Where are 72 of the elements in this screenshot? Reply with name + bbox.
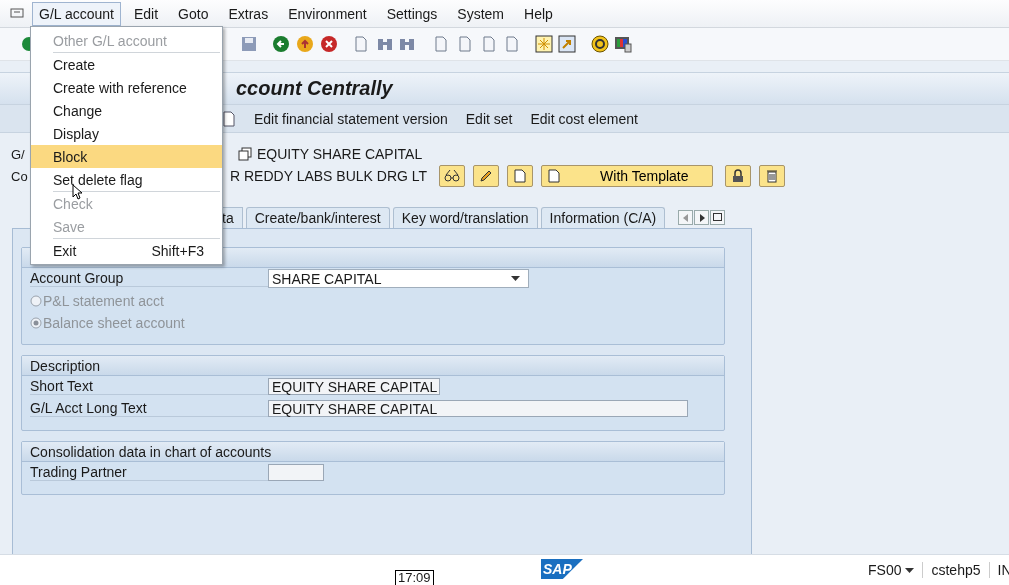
group-title: Consolidation data in chart of accounts: [30, 443, 272, 460]
new-session-icon[interactable]: [535, 35, 553, 53]
exit-icon[interactable]: [296, 35, 314, 53]
logo: SAP: [541, 559, 583, 579]
menu-entry[interactable]: Change: [31, 99, 222, 122]
dropdown-field[interactable]: SHARE CAPITAL: [268, 269, 529, 288]
menu-item[interactable]: Environment: [281, 1, 374, 26]
tab[interactable]: Create/bank/interest: [245, 207, 390, 228]
menu-entry[interactable]: Block: [31, 145, 222, 168]
toolbar-button[interactable]: Edit cost element: [530, 110, 638, 127]
pencil-icon: [479, 169, 494, 183]
pencil-button[interactable]: [473, 165, 500, 187]
delete-button[interactable]: [759, 165, 786, 187]
menu-entry[interactable]: Create with reference: [31, 76, 222, 99]
field-label: Co: [11, 168, 28, 184]
shortcut-icon[interactable]: [558, 35, 576, 53]
cancel-icon[interactable]: [320, 35, 338, 53]
window-icon: [712, 213, 723, 222]
layout-icon[interactable]: [614, 35, 632, 53]
toolbar-button[interactable]: Edit set: [465, 110, 513, 127]
account-text: EQUITY SHARE CAPITAL: [257, 146, 423, 162]
menu-item[interactable]: Edit: [127, 1, 166, 26]
document-icon: [548, 169, 561, 183]
menu-item[interactable]: Settings: [379, 1, 445, 26]
transaction-code[interactable]: FS00: [868, 562, 923, 578]
field-label: Trading Partner: [30, 464, 268, 481]
save-icon[interactable]: [240, 35, 258, 53]
field-label: G/L Acct Long Text: [30, 400, 268, 417]
field-label: G/: [11, 146, 25, 162]
input-field[interactable]: EQUITY SHARE CAPITAL: [268, 400, 688, 417]
time-tooltip: 17:09: [395, 570, 434, 585]
mouse-pointer-icon: [72, 184, 84, 200]
lock-icon: [731, 169, 746, 183]
glasses-button[interactable]: [439, 165, 466, 187]
field-label: Short Text: [30, 378, 268, 395]
screen-title: ccount Centrally: [236, 77, 393, 100]
window-menu-icon[interactable]: [10, 7, 24, 20]
caret-icon: [905, 567, 915, 573]
field-label: Account Group: [30, 270, 268, 287]
tab[interactable]: Key word/translation: [392, 207, 538, 228]
company-text: R REDDY LABS BULK DRG LT: [230, 168, 428, 184]
group-title: Description: [30, 357, 101, 374]
scroll-right-button[interactable]: [694, 210, 710, 225]
menu-entry[interactable]: Exit Shift+F3: [31, 239, 222, 262]
right-arrow-icon: [698, 213, 705, 222]
menu-item[interactable]: G/L account: [32, 1, 121, 26]
left-arrow-icon: [682, 213, 689, 222]
radio-label: Balance sheet account: [43, 314, 185, 331]
match-code-icon[interactable]: [237, 146, 253, 162]
lock-button[interactable]: [725, 165, 752, 187]
menu-item[interactable]: Extras: [221, 1, 276, 26]
input-field[interactable]: [268, 464, 324, 481]
menu-entry[interactable]: Create: [31, 53, 222, 76]
new-document-button[interactable]: [507, 165, 534, 187]
menu-item[interactable]: Goto: [171, 1, 216, 26]
input-field[interactable]: EQUITY SHARE CAPITAL: [268, 378, 440, 395]
back-icon[interactable]: [272, 35, 290, 53]
document-icon: [514, 169, 527, 183]
menu-item[interactable]: System: [450, 1, 512, 26]
toolbar-button[interactable]: Edit financial statement version: [254, 110, 448, 127]
menu-entry[interactable]: Set delete flag: [31, 168, 222, 191]
menu-item[interactable]: Help: [517, 1, 560, 26]
server-name: cstehp5: [922, 562, 989, 578]
caret-icon: [511, 276, 520, 281]
template-button[interactable]: With Template: [541, 165, 714, 187]
tab[interactable]: ta: [222, 207, 243, 228]
tab[interactable]: Information (C/A): [540, 207, 666, 228]
radio-label: P&L statement acct: [43, 292, 164, 309]
trash-icon: [766, 169, 779, 183]
tab-list-button[interactable]: [710, 210, 726, 225]
menu-entry[interactable]: Display: [31, 122, 222, 145]
glasses-icon: [444, 169, 461, 183]
